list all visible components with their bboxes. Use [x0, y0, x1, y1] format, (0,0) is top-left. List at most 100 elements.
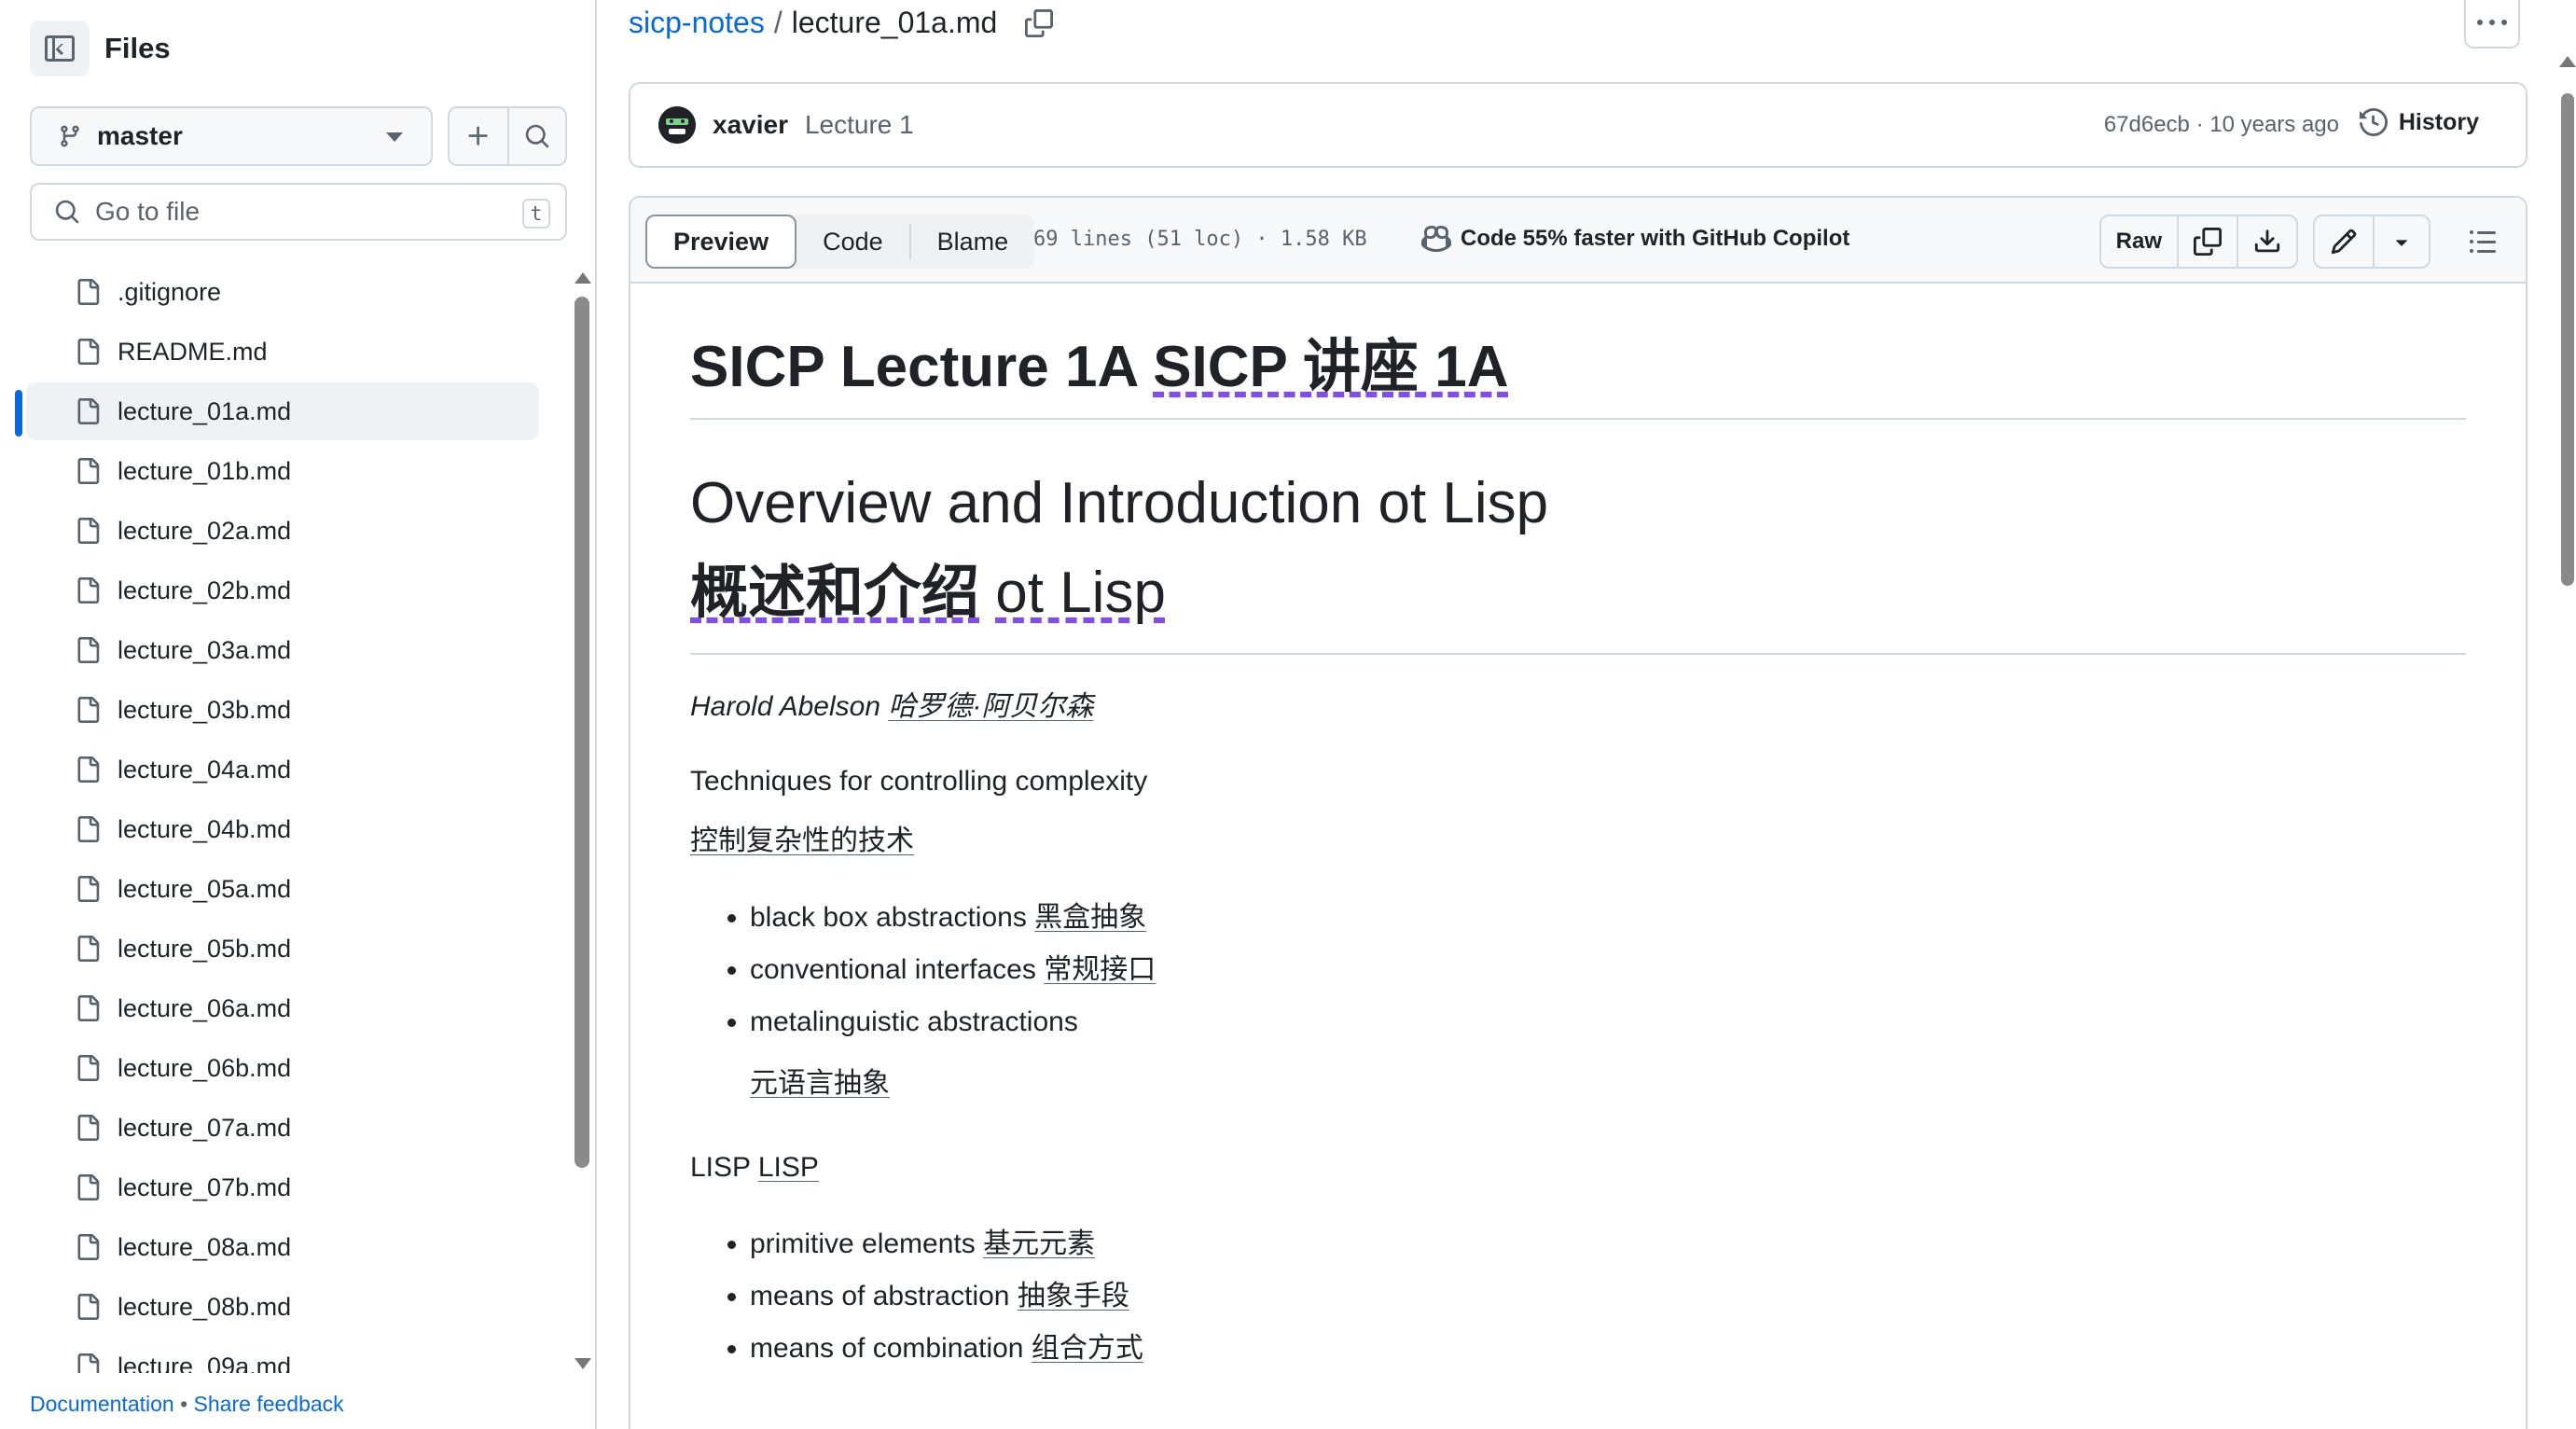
- file-name: lecture_04b.md: [118, 814, 292, 843]
- breadcrumb-repo-link[interactable]: sicp-notes: [629, 6, 765, 40]
- author-en: Harold Abelson: [690, 691, 881, 722]
- edit-options-dropdown[interactable]: [2373, 216, 2429, 267]
- file-tree-item[interactable]: README.md: [26, 323, 539, 381]
- history-button[interactable]: History: [2359, 108, 2479, 136]
- list-item: primitive elements 基元元素: [750, 1218, 2466, 1270]
- scrollbar-thumb[interactable]: [575, 297, 589, 1168]
- search-files-button[interactable]: [507, 108, 565, 164]
- file-tree-item[interactable]: .gitignore: [26, 263, 539, 321]
- history-label: History: [2398, 108, 2479, 135]
- file-name: lecture_05b.md: [118, 934, 292, 963]
- markdown-body: SICP Lecture 1A SICP 讲座 1A Overview and …: [690, 328, 2466, 1375]
- page-scroll-up-icon[interactable]: [2559, 56, 2576, 67]
- copy-raw-button[interactable]: [2177, 216, 2237, 267]
- file-name: README.md: [118, 337, 268, 366]
- file-tree-item[interactable]: lecture_05a.md: [26, 860, 539, 918]
- file-tree-item[interactable]: lecture_02a.md: [26, 502, 539, 560]
- file-content-box: Preview Code Blame 69 lines (51 loc) · 1…: [629, 196, 2528, 1429]
- raw-button[interactable]: Raw: [2101, 216, 2177, 267]
- file-name: lecture_05a.md: [118, 874, 292, 903]
- file-tree-item[interactable]: lecture_04b.md: [26, 800, 539, 858]
- copy-path-button[interactable]: [1025, 8, 1054, 37]
- outline-button[interactable]: [2458, 217, 2507, 266]
- file-icon: [77, 936, 100, 962]
- file-view: sicp-notes / lecture_01a.md xavier Lectu…: [599, 0, 2576, 1429]
- file-tree-item[interactable]: lecture_01a.md: [26, 382, 539, 440]
- copilot-promo-label: Code 55% faster with GitHub Copilot: [1461, 226, 1850, 251]
- file-tree-item[interactable]: lecture_07a.md: [26, 1099, 539, 1157]
- file-tree-item[interactable]: lecture_06b.md: [26, 1039, 539, 1097]
- tab-code[interactable]: Code: [796, 224, 911, 259]
- sidebar-title: Files: [104, 32, 171, 64]
- download-icon: [2254, 229, 2280, 253]
- scroll-down-icon[interactable]: [575, 1358, 591, 1369]
- list-item-en: means of combination: [750, 1333, 1024, 1364]
- scroll-up-icon[interactable]: [575, 272, 591, 284]
- plus-icon: [468, 126, 488, 146]
- sidebar-header: Files: [30, 21, 171, 76]
- chevron-down-icon: [386, 132, 403, 142]
- file-icon: [77, 697, 100, 723]
- download-button[interactable]: [2237, 216, 2296, 267]
- triangle-down-icon: [2396, 240, 2407, 246]
- tab-preview[interactable]: Preview: [645, 215, 797, 269]
- techniques-list: black box abstractions 黑盒抽象 conventional…: [750, 892, 2466, 1110]
- file-name: lecture_02b.md: [118, 576, 292, 604]
- add-file-button[interactable]: [450, 108, 507, 164]
- search-icon: [525, 124, 549, 148]
- file-tree-item[interactable]: lecture_09a.md: [26, 1338, 539, 1373]
- techniques-en: Techniques for controlling complexity: [690, 766, 1148, 797]
- go-to-file-input[interactable]: Go to file t: [30, 183, 567, 241]
- page-scrollbar-thumb[interactable]: [2561, 93, 2574, 586]
- file-name: lecture_01b.md: [118, 456, 292, 485]
- file-tree-item[interactable]: lecture_08a.md: [26, 1218, 539, 1276]
- active-file-indicator: [15, 390, 22, 437]
- breadcrumb-file-name: lecture_01a.md: [791, 6, 998, 39]
- file-icon: [77, 1055, 100, 1081]
- author-line: Harold Abelson 哈罗德·阿贝尔森: [690, 683, 2466, 724]
- commit-author[interactable]: xavier: [713, 110, 788, 140]
- list-item-zh: 基元元素: [983, 1228, 1096, 1259]
- edit-file-button[interactable]: [2315, 216, 2373, 267]
- file-tree: .gitignore README.md lecture_01a.mdlecture…: [26, 263, 539, 1373]
- footer-separator: •: [180, 1392, 188, 1416]
- heading-en: Overview and Introduction ot Lisp: [690, 471, 1549, 535]
- copilot-promo[interactable]: Code 55% faster with GitHub Copilot: [1421, 224, 1849, 254]
- file-name: lecture_09a.md: [118, 1352, 292, 1374]
- share-feedback-link[interactable]: Share feedback: [194, 1392, 344, 1416]
- documentation-link[interactable]: Documentation: [30, 1392, 174, 1416]
- file-icon: [77, 1294, 100, 1320]
- file-tree-item[interactable]: lecture_05b.md: [26, 920, 539, 978]
- list-item-zh: 组合方式: [1031, 1333, 1143, 1364]
- section-heading: Overview and Introduction ot Lisp 概述和介绍 …: [690, 459, 2466, 655]
- file-name: lecture_02a.md: [118, 516, 292, 545]
- file-tree-item[interactable]: lecture_08b.md: [26, 1278, 539, 1336]
- file-icon: [77, 339, 100, 365]
- file-tree-item[interactable]: lecture_03b.md: [26, 681, 539, 739]
- file-tree-item[interactable]: lecture_01b.md: [26, 442, 539, 500]
- file-tree-item[interactable]: lecture_03a.md: [26, 621, 539, 679]
- tab-blame[interactable]: Blame: [911, 215, 1035, 269]
- file-icon: [77, 995, 100, 1021]
- list-unordered-icon: [2470, 230, 2496, 253]
- avatar[interactable]: [658, 106, 696, 144]
- techniques-paragraph: Techniques for controlling complexity 控制…: [690, 752, 2466, 871]
- file-tree-item[interactable]: lecture_06a.md: [26, 979, 539, 1037]
- file-name: lecture_08b.md: [118, 1292, 292, 1321]
- more-options-button[interactable]: [2464, 0, 2520, 49]
- file-tree-item[interactable]: lecture_02b.md: [26, 562, 539, 619]
- file-icon: [77, 756, 100, 783]
- commit-message[interactable]: Lecture 1: [805, 110, 914, 140]
- branch-selector[interactable]: master: [30, 106, 433, 166]
- file-tree-scrollbar[interactable]: [573, 271, 591, 1371]
- file-tree-item[interactable]: lecture_04a.md: [26, 741, 539, 798]
- file-icon: [77, 1234, 100, 1260]
- file-tree-item[interactable]: lecture_07b.md: [26, 1158, 539, 1216]
- view-mode-switcher: Preview Code Blame: [645, 215, 1035, 269]
- raw-copy-download-group: Raw: [2098, 215, 2298, 269]
- file-name: lecture_08a.md: [118, 1232, 292, 1261]
- collapse-sidebar-button[interactable]: [30, 21, 90, 76]
- list-item-zh: 常规接口: [1044, 954, 1156, 985]
- search-icon: [55, 200, 79, 224]
- commit-meta[interactable]: 67d6ecb · 10 years ago: [2104, 112, 2339, 138]
